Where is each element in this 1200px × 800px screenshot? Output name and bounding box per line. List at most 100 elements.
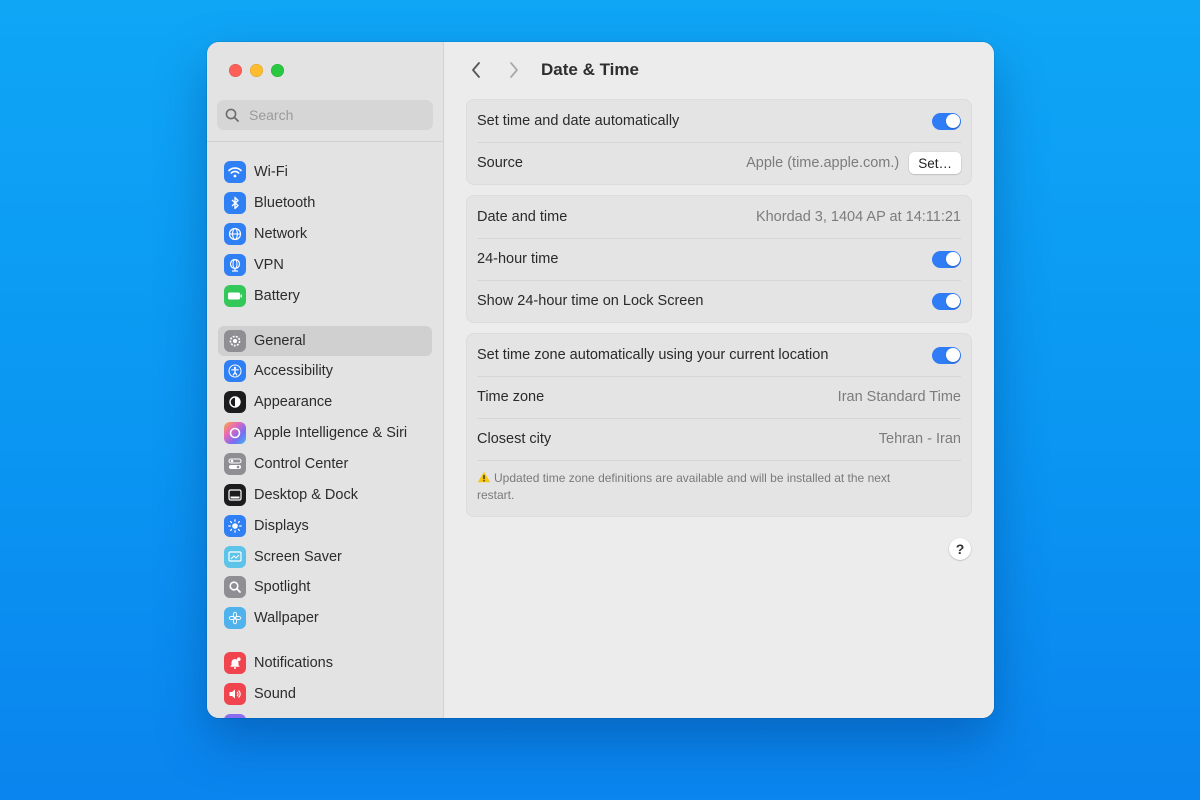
timezone-group: Set time zone automatically using your c… bbox=[466, 333, 972, 517]
sidebar-item-wifi[interactable]: Wi-Fi bbox=[218, 157, 432, 187]
sidebar-item-general[interactable]: General bbox=[218, 326, 432, 356]
lock-screen-row: Show 24-hour time on Lock Screen bbox=[467, 280, 971, 322]
sidebar-item-label: Spotlight bbox=[254, 579, 311, 595]
back-button[interactable] bbox=[464, 58, 488, 82]
speaker-icon bbox=[224, 683, 246, 705]
sidebar-item-wallpaper[interactable]: Wallpaper bbox=[218, 603, 432, 633]
chevron-right-icon bbox=[510, 62, 518, 78]
timezone-update-note: Updated time zone definitions are availa… bbox=[467, 460, 971, 516]
set-auto-row: Set time and date automatically bbox=[467, 100, 971, 142]
sidebar-item-label: Apple Intelligence & Siri bbox=[254, 425, 408, 441]
sidebar-divider bbox=[207, 141, 443, 142]
minimize-button[interactable] bbox=[250, 64, 263, 77]
sidebar-item-displays[interactable]: Displays bbox=[218, 511, 432, 541]
auto-tz-toggle[interactable] bbox=[932, 346, 961, 364]
sidebar-item-control-center[interactable]: Control Center bbox=[218, 449, 432, 479]
source-row: Source Apple (time.apple.com.) Set… bbox=[467, 142, 971, 184]
search-input[interactable] bbox=[247, 106, 421, 124]
clock-group: Date and time Khordad 3, 1404 AP at 14:1… bbox=[466, 195, 972, 323]
sidebar-item-label: Desktop & Dock bbox=[254, 487, 358, 503]
closest-city-label: Closest city bbox=[477, 431, 552, 447]
auto-tz-label: Set time zone automatically using your c… bbox=[477, 347, 829, 363]
sidebar-item-label: Sound bbox=[254, 686, 296, 702]
timezone-label: Time zone bbox=[477, 389, 545, 405]
sidebar-item-label: General bbox=[254, 333, 306, 349]
sidebar-item-label: Displays bbox=[254, 518, 309, 534]
auto-time-group: Set time and date automatically Source A… bbox=[466, 99, 972, 185]
control-center-icon bbox=[224, 453, 246, 475]
sidebar-item-label: Wi-Fi bbox=[254, 164, 288, 180]
timezone-value: Iran Standard Time bbox=[837, 389, 961, 405]
sidebar-item-partial[interactable] bbox=[218, 710, 432, 718]
sidebar-item-appearance[interactable]: Appearance bbox=[218, 387, 432, 417]
sidebar-item-notifications[interactable]: Notifications bbox=[218, 648, 432, 678]
date-time-row: Date and time Khordad 3, 1404 AP at 14:1… bbox=[467, 196, 971, 238]
sun-icon bbox=[224, 515, 246, 537]
sidebar-item-battery[interactable]: Battery bbox=[218, 281, 432, 311]
date-time-label: Date and time bbox=[477, 209, 568, 225]
auto-tz-row: Set time zone automatically using your c… bbox=[467, 334, 971, 376]
hour24-row: 24-hour time bbox=[467, 238, 971, 280]
sidebar-item-vpn[interactable]: VPN bbox=[218, 250, 432, 280]
hour24-label: 24-hour time bbox=[477, 251, 559, 267]
appearance-icon bbox=[224, 391, 246, 413]
sidebar-item-label: VPN bbox=[254, 257, 284, 273]
set-auto-label: Set time and date automatically bbox=[477, 113, 680, 129]
toggle-knob bbox=[945, 114, 960, 128]
sidebar-item-label: Battery bbox=[254, 288, 300, 304]
sidebar-item-desktop-dock[interactable]: Desktop & Dock bbox=[218, 480, 432, 510]
magnifier-icon bbox=[224, 576, 246, 598]
sidebar: Wi-Fi Bluetooth Network VPN Battery bbox=[207, 42, 444, 718]
sidebar-item-label: Network bbox=[254, 226, 308, 242]
help-button[interactable]: ? bbox=[949, 538, 971, 560]
vpn-globe-icon bbox=[224, 254, 246, 276]
sidebar-item-label: Accessibility bbox=[254, 363, 333, 379]
screen-saver-icon bbox=[224, 546, 246, 568]
wifi-icon bbox=[224, 161, 246, 183]
toggle-knob bbox=[945, 294, 960, 308]
dock-icon bbox=[224, 484, 246, 506]
closest-city-value: Tehran - Iran bbox=[878, 431, 961, 447]
date-time-value: Khordad 3, 1404 AP at 14:11:21 bbox=[755, 209, 961, 225]
sidebar-item-label: Notifications bbox=[254, 655, 333, 671]
settings-window: Wi-Fi Bluetooth Network VPN Battery bbox=[207, 42, 994, 718]
note-text: Updated time zone definitions are availa… bbox=[477, 471, 891, 502]
toggle-knob bbox=[945, 252, 960, 266]
bell-icon bbox=[224, 652, 246, 674]
bluetooth-icon bbox=[224, 192, 246, 214]
sidebar-item-sound[interactable]: Sound bbox=[218, 679, 432, 709]
search-field[interactable] bbox=[217, 100, 433, 130]
sidebar-item-label: Control Center bbox=[254, 456, 349, 472]
gear-icon bbox=[224, 330, 246, 352]
warning-icon bbox=[477, 471, 491, 483]
sidebar-item-network[interactable]: Network bbox=[218, 219, 432, 249]
sidebar-item-spotlight[interactable]: Spotlight bbox=[218, 572, 432, 602]
lock-screen-toggle[interactable] bbox=[932, 292, 961, 310]
forward-button[interactable] bbox=[502, 58, 526, 82]
battery-icon bbox=[224, 285, 246, 307]
accessibility-icon bbox=[224, 360, 246, 382]
window-controls bbox=[229, 64, 284, 77]
toggle-knob bbox=[945, 348, 960, 362]
close-button[interactable] bbox=[229, 64, 242, 77]
set-auto-toggle[interactable] bbox=[932, 112, 961, 130]
sidebar-item-accessibility[interactable]: Accessibility bbox=[218, 356, 432, 386]
sidebar-item-bluetooth[interactable]: Bluetooth bbox=[218, 188, 432, 218]
globe-icon bbox=[224, 223, 246, 245]
flower-icon bbox=[224, 607, 246, 629]
set-source-button[interactable]: Set… bbox=[909, 152, 961, 174]
closest-city-row: Closest city Tehran - Iran bbox=[467, 418, 971, 460]
lock-screen-label: Show 24-hour time on Lock Screen bbox=[477, 293, 704, 309]
hour24-toggle[interactable] bbox=[932, 250, 961, 268]
main-pane: Date & Time Set time and date automatica… bbox=[444, 42, 994, 718]
sidebar-item-screen-saver[interactable]: Screen Saver bbox=[218, 542, 432, 572]
sidebar-item-apple-intelligence-siri[interactable]: Apple Intelligence & Siri bbox=[218, 418, 432, 448]
sidebar-item-label: Bluetooth bbox=[254, 195, 316, 211]
sidebar-item-label: Wallpaper bbox=[254, 610, 319, 626]
siri-icon bbox=[224, 422, 246, 444]
zoom-button[interactable] bbox=[271, 64, 284, 77]
chevron-left-icon bbox=[472, 62, 480, 78]
focus-icon bbox=[224, 714, 246, 718]
source-label: Source bbox=[477, 155, 523, 171]
page-title: Date & Time bbox=[541, 60, 639, 79]
